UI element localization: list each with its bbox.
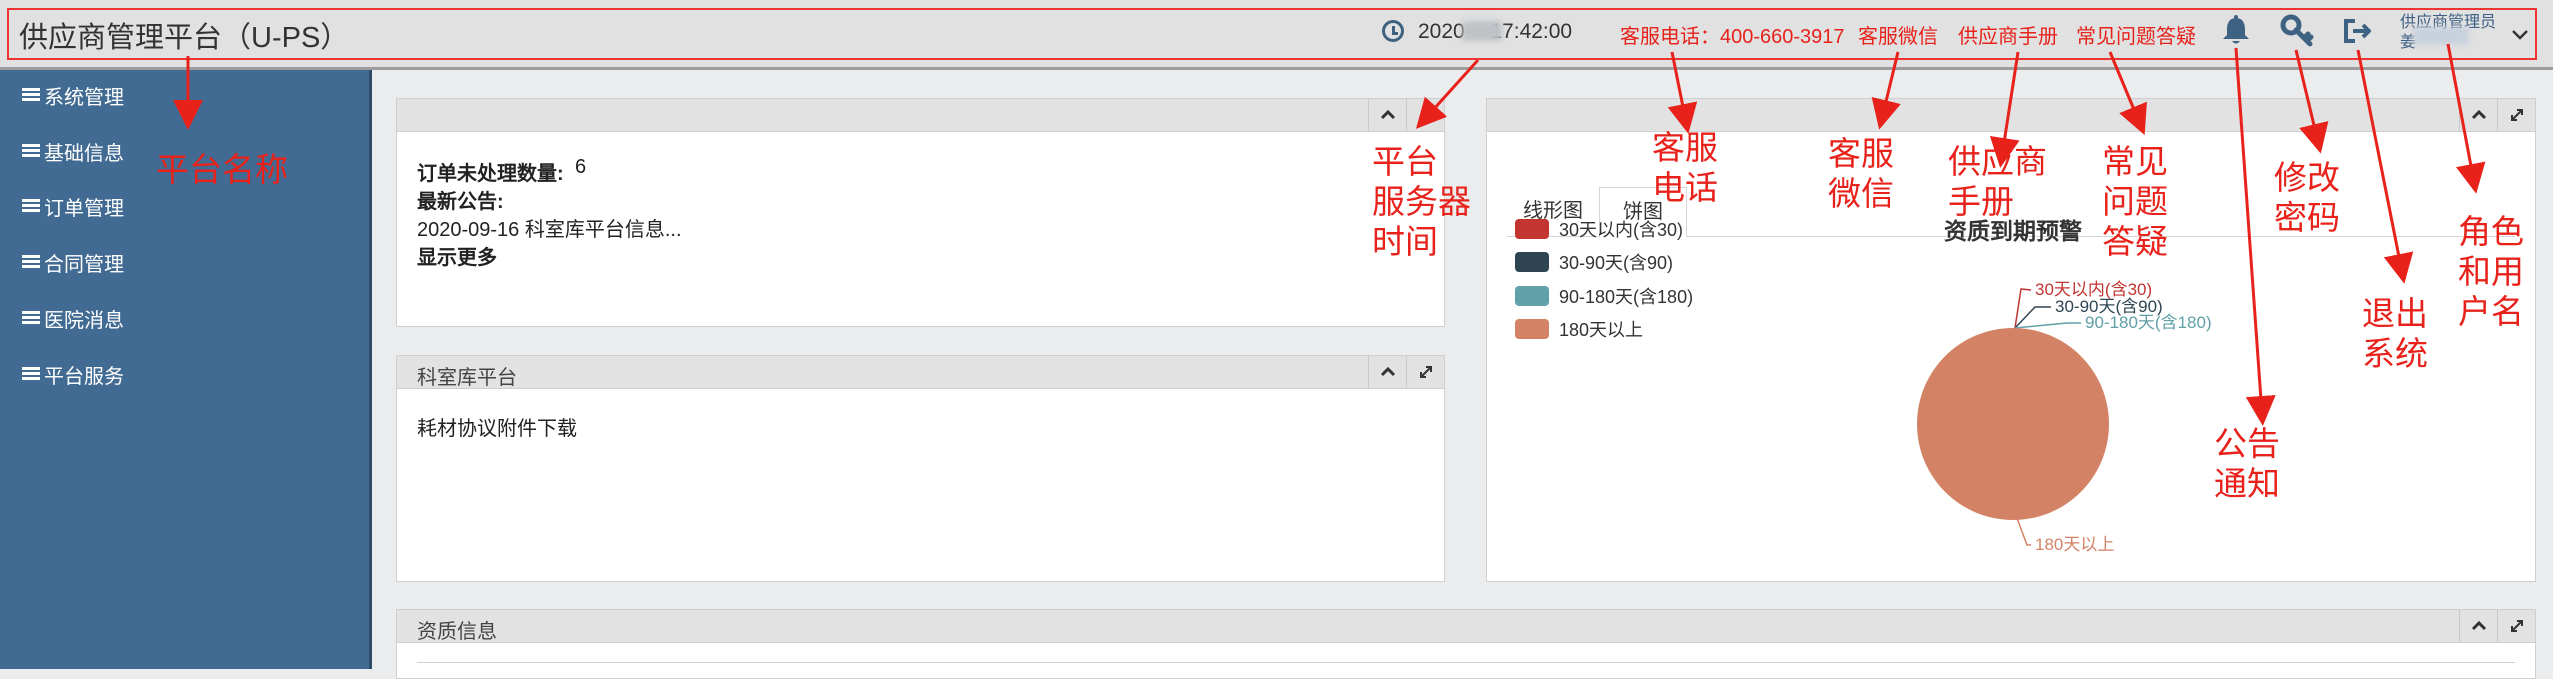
order-count-label: 订单未处理数量: xyxy=(417,163,564,185)
annotation-line: 常见 xyxy=(2102,143,2168,180)
announcement-item[interactable]: 2020-09-16 科室库平台信息... xyxy=(417,213,682,242)
panel-title: 科室库平台 xyxy=(417,367,517,389)
table-header-border xyxy=(417,662,2515,663)
faq-link[interactable]: 常见问题答疑 xyxy=(2076,20,2196,49)
collapse-button[interactable] xyxy=(2459,610,2497,642)
collapse-button[interactable] xyxy=(1368,356,1406,388)
expand-button[interactable] xyxy=(1406,356,1444,388)
sidebar-item-basic-info[interactable]: 基础信息 xyxy=(22,132,124,170)
list-icon xyxy=(22,88,40,102)
collapse-button[interactable] xyxy=(1368,99,1406,131)
sidebar-item-label: 基础信息 xyxy=(44,142,124,165)
expand-button[interactable] xyxy=(2497,610,2535,642)
platform-panel: 科室库平台 耗材协议附件下载 xyxy=(396,355,1445,582)
annotation-line: 服务器 xyxy=(1372,183,1471,220)
pie-leader-line xyxy=(2014,288,2032,329)
list-icon xyxy=(22,144,40,158)
panel-title: 资质信息 xyxy=(417,621,497,643)
sidebar-item-platform-service[interactable]: 平台服务 xyxy=(22,355,124,393)
redacted-user-name xyxy=(2413,27,2469,45)
annotation-line: 密码 xyxy=(2274,199,2340,236)
annotation-phone: 客服 电话 xyxy=(1652,128,1718,208)
annotation-line: 平台 xyxy=(1372,143,1438,180)
expand-button[interactable] xyxy=(1406,99,1444,131)
service-wechat-link[interactable]: 客服微信 xyxy=(1858,20,1938,49)
annotation-logout: 退出 系统 xyxy=(2362,294,2428,374)
pie-slice xyxy=(1917,328,2109,520)
attachment-download-link[interactable]: 耗材协议附件下载 xyxy=(417,412,577,441)
annotation-line: 供应商 xyxy=(1948,143,2047,180)
annotation-line: 时间 xyxy=(1372,223,1438,260)
sidebar-item-label: 平台服务 xyxy=(44,365,124,388)
annotation-password: 修改 密码 xyxy=(2274,158,2340,238)
annotation-line: 微信 xyxy=(1828,175,1894,212)
annotation-manual: 供应商 手册 xyxy=(1948,142,2047,222)
panel-header: 资质信息 xyxy=(397,610,2535,643)
sidebar-item-label: 订单管理 xyxy=(44,197,124,220)
sidebar-item-system-management[interactable]: 系统管理 xyxy=(22,76,124,114)
annotation-line: 通知 xyxy=(2214,465,2280,502)
annotation-line: 修改 xyxy=(2274,159,2340,196)
annotation-line: 角色 xyxy=(2458,213,2524,250)
annotation-line: 公告 xyxy=(2214,425,2280,462)
supplier-manual-link[interactable]: 供应商手册 xyxy=(1958,20,2058,49)
list-icon xyxy=(22,255,40,269)
summary-panel: 订单未处理数量: 6 最新公告: 2020-09-16 科室库平台信息... 显… xyxy=(396,98,1445,327)
list-icon xyxy=(22,199,40,213)
annotation-platform-name: 平台名称 xyxy=(156,151,288,188)
redacted-date xyxy=(1462,21,1502,41)
logout-icon[interactable] xyxy=(2340,14,2376,48)
bell-icon[interactable] xyxy=(2218,14,2254,48)
show-more-link[interactable]: 显示更多 xyxy=(417,241,497,270)
annotation-line: 客服 xyxy=(1828,135,1894,172)
sidebar-item-order-management[interactable]: 订单管理 xyxy=(22,187,124,225)
annotation-faq: 常见 问题 答疑 xyxy=(2102,142,2168,262)
top-bar: 供应商管理平台（U-PS） 2020- - 17:42:00 客服电话：400-… xyxy=(0,0,2553,70)
annotation-wechat: 客服 微信 xyxy=(1828,134,1894,214)
annotation-line: 手册 xyxy=(1948,183,2014,220)
pie-leader-line xyxy=(2014,322,2081,329)
panel-header xyxy=(397,99,1444,132)
app-title: 供应商管理平台（U-PS） xyxy=(19,22,350,54)
sidebar-item-label: 合同管理 xyxy=(44,253,124,276)
order-count-value: 6 xyxy=(575,156,587,178)
annotation-line: 答疑 xyxy=(2102,223,2168,260)
sidebar-item-label: 医院消息 xyxy=(44,309,124,332)
annotation-line: 问题 xyxy=(2102,183,2168,220)
annotation-line: 电话 xyxy=(1652,169,1718,206)
pie-slice-label: 90-180天(含180) xyxy=(2085,313,2212,332)
annotation-line: 系统 xyxy=(2362,335,2428,372)
list-icon xyxy=(22,311,40,325)
annotation-line: 户名 xyxy=(2458,293,2524,330)
annotation-server-time: 平台 服务器 时间 xyxy=(1372,142,1471,262)
sidebar-item-hospital-messages[interactable]: 医院消息 xyxy=(22,299,124,337)
panel-header: 科室库平台 xyxy=(397,356,1444,389)
annotation-user: 角色 和用 户名 xyxy=(2458,212,2524,332)
annotation-line: 和用 xyxy=(2458,253,2524,290)
key-icon[interactable] xyxy=(2280,14,2316,48)
sidebar-item-contract-management[interactable]: 合同管理 xyxy=(22,243,124,281)
pie-slice-label: 180天以上 xyxy=(2035,535,2114,554)
clock-icon xyxy=(1382,20,1404,42)
list-icon xyxy=(22,367,40,381)
annotation-notice: 公告 通知 xyxy=(2214,424,2280,504)
pie-leader-line xyxy=(2016,517,2031,546)
annotation-line: 退出 xyxy=(2362,295,2428,332)
service-phone: 客服电话：400-660-3917 xyxy=(1620,26,1845,48)
announcement-label: 最新公告: xyxy=(417,191,504,213)
sidebar-item-label: 系统管理 xyxy=(44,86,124,109)
annotation-line: 客服 xyxy=(1652,129,1718,166)
chevron-down-icon[interactable] xyxy=(2508,22,2532,46)
